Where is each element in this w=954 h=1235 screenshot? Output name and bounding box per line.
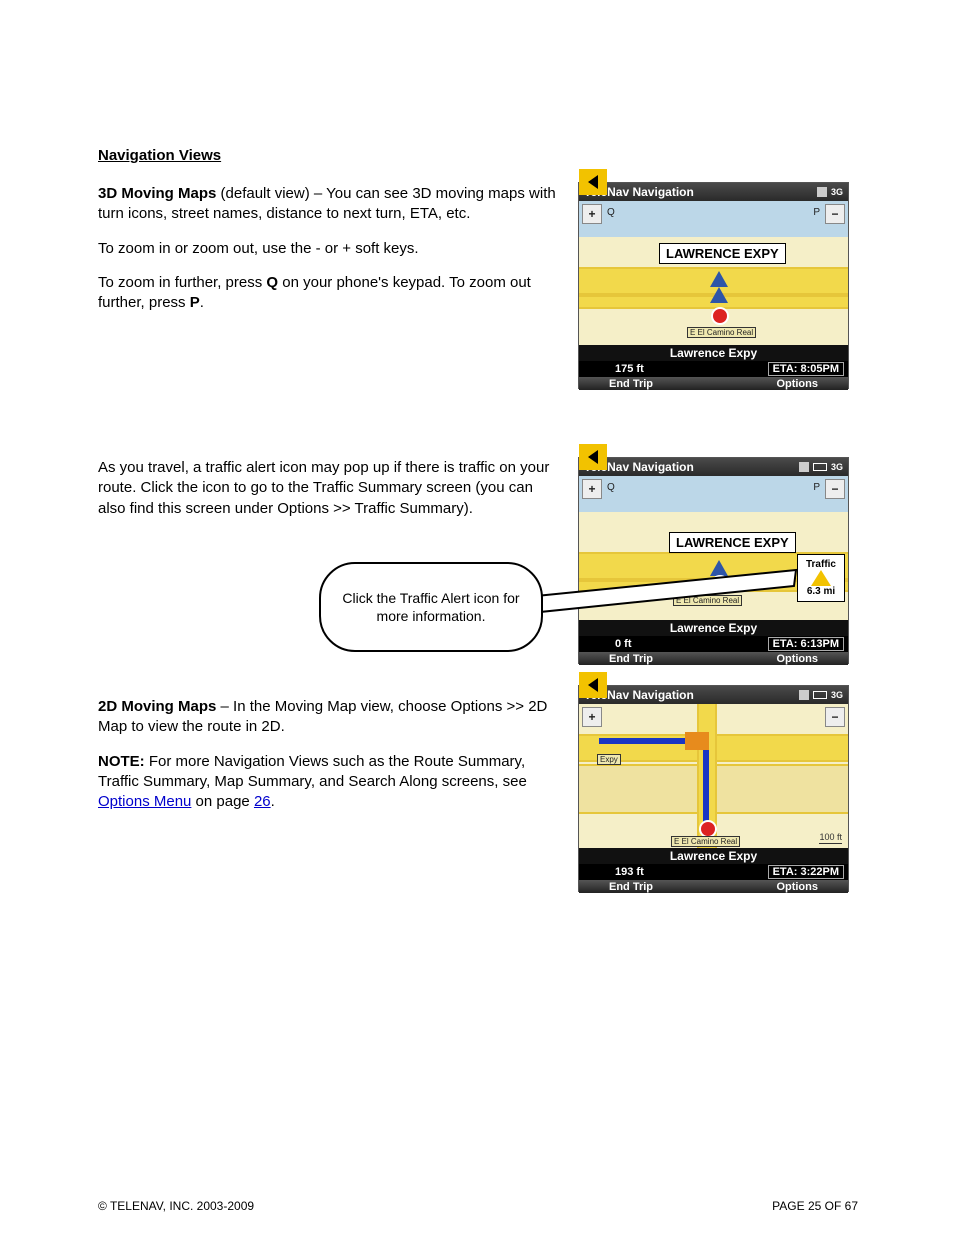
screenshot-2d-map: TeleNav Navigation 3G + − Expy E El Cami…: [578, 685, 849, 892]
menu-bar: End Trip Options: [579, 377, 848, 390]
3d-moving-maps-label: 3D Moving Maps: [98, 185, 216, 202]
traffic-distance: 6.3 mi: [807, 586, 835, 597]
page-link-26[interactable]: 26: [254, 793, 271, 810]
zoom-out-button[interactable]: −: [825, 479, 845, 499]
info-bar: 0 ft ETA: 6:13PM: [579, 636, 848, 652]
note-label: NOTE:: [98, 753, 145, 770]
street-sign-main: LAWRENCE EXPY: [669, 532, 796, 553]
traffic-alert-icon[interactable]: Traffic 6.3 mi: [797, 554, 845, 602]
status-icons: 3G: [799, 690, 843, 700]
battery-icon: [813, 463, 827, 471]
info-bar: 193 ft ETA: 3:22PM: [579, 864, 848, 880]
zoom-out-button[interactable]: −: [825, 707, 845, 727]
menu-bar: End Trip Options: [579, 652, 848, 665]
3d-moving-maps-paragraph: 3D Moving Maps (default view) – You can …: [98, 184, 558, 225]
note-paragraph: NOTE: For more Navigation Views such as …: [98, 752, 558, 813]
screenshot-title-bar: TeleNav Navigation 3G: [579, 458, 848, 476]
street-sign-main: LAWRENCE EXPY: [659, 243, 786, 264]
turn-left-icon: [579, 169, 607, 195]
direction-arrow-icon: [710, 271, 728, 287]
zoom-out-button[interactable]: −: [825, 204, 845, 224]
street-name-bar: Lawrence Expy: [579, 345, 848, 361]
traffic-alert-paragraph: As you travel, a traffic alert icon may …: [98, 458, 558, 519]
end-trip-button[interactable]: End Trip: [609, 881, 653, 893]
street-sign-small: E El Camino Real: [671, 836, 740, 847]
network-icon: 3G: [831, 690, 843, 700]
network-icon: 3G: [831, 462, 843, 472]
note-body: For more Navigation Views such as the Ro…: [98, 753, 527, 790]
eta-value: ETA: 3:22PM: [768, 865, 844, 879]
street-name-bar: Lawrence Expy: [579, 620, 848, 636]
info-bar: 175 ft ETA: 8:05PM: [579, 361, 848, 377]
signal-icon: [817, 187, 827, 197]
end-trip-button[interactable]: End Trip: [609, 653, 653, 665]
map-3d-canvas: + − Q P LAWRENCE EXPY E El Camino Real: [579, 201, 848, 345]
navigation-views-heading: Navigation Views: [98, 146, 558, 166]
zoom-label-p: P: [813, 207, 820, 218]
zoom-label-q: Q: [607, 482, 615, 493]
signal-icon: [799, 690, 809, 700]
status-icons: 3G: [799, 462, 843, 472]
street-name-bar: Lawrence Expy: [579, 848, 848, 864]
screenshot-title-bar: TeleNav Navigation 3G: [579, 686, 848, 704]
turn-left-icon: [579, 672, 607, 698]
options-button[interactable]: Options: [776, 881, 818, 893]
distance-value: 175 ft: [615, 363, 644, 375]
turn-left-icon: [579, 444, 607, 470]
options-button[interactable]: Options: [776, 653, 818, 665]
end-trip-button[interactable]: End Trip: [609, 378, 653, 390]
route-line: [703, 738, 709, 832]
zoom-in-button[interactable]: +: [582, 204, 602, 224]
note-link-after: on page: [191, 793, 254, 810]
scale-label: 100 ft: [819, 832, 842, 844]
2d-moving-maps-paragraph: 2D Moving Maps – In the Moving Map view,…: [98, 697, 558, 738]
zoom-in-button[interactable]: +: [582, 707, 602, 727]
zoom-key-q: Q: [266, 274, 278, 291]
eta-value: ETA: 8:05PM: [768, 362, 844, 376]
options-menu-link[interactable]: Options Menu: [98, 793, 191, 810]
map-2d-canvas: + − Expy E El Camino Real 100 ft: [579, 704, 848, 848]
signal-icon: [799, 462, 809, 472]
options-button[interactable]: Options: [776, 378, 818, 390]
street-sign-small: Expy: [597, 754, 621, 765]
callout-bubble: Click the Traffic Alert icon for more in…: [319, 562, 543, 652]
zoom-note-2a: To zoom in further, press: [98, 274, 266, 291]
screenshot-3d-map: TeleNav Navigation 3G + − Q P LAWRENCE E…: [578, 182, 849, 389]
vehicle-icon: [711, 307, 729, 325]
note-end: .: [271, 793, 275, 810]
zoom-key-p: P: [190, 294, 200, 311]
status-icons: 3G: [817, 187, 843, 197]
warning-triangle-icon: [811, 570, 831, 586]
page-number: PAGE 25 OF 67: [772, 1199, 858, 1213]
traffic-label: Traffic: [806, 559, 836, 570]
eta-value: ETA: 6:13PM: [768, 637, 844, 651]
screenshot-traffic-alert: TeleNav Navigation 3G + − Q P LAWRENCE E…: [578, 457, 849, 664]
distance-value: 193 ft: [615, 866, 644, 878]
menu-bar: End Trip Options: [579, 880, 848, 893]
zoom-note-2: To zoom in further, press Q on your phon…: [98, 273, 558, 314]
network-icon: 3G: [831, 187, 843, 197]
page-footer: © TELENAV, INC. 2003-2009 PAGE 25 OF 67: [98, 1199, 858, 1213]
2d-moving-maps-label: 2D Moving Maps: [98, 698, 216, 715]
zoom-note-2c: .: [200, 294, 204, 311]
callout-text: Click the Traffic Alert icon for more in…: [337, 589, 525, 625]
screenshot-title-bar: TeleNav Navigation 3G: [579, 183, 848, 201]
zoom-note-1: To zoom in or zoom out, use the - or + s…: [98, 239, 558, 259]
callout-pointer: [536, 562, 798, 614]
zoom-label-p: P: [813, 482, 820, 493]
turn-indicator-icon: [685, 732, 709, 750]
street-sign-small: E El Camino Real: [687, 327, 756, 338]
zoom-label-q: Q: [607, 207, 615, 218]
direction-arrow-icon: [710, 287, 728, 303]
distance-value: 0 ft: [615, 638, 632, 650]
zoom-in-button[interactable]: +: [582, 479, 602, 499]
battery-icon: [813, 691, 827, 699]
copyright-text: © TELENAV, INC. 2003-2009: [98, 1199, 254, 1213]
